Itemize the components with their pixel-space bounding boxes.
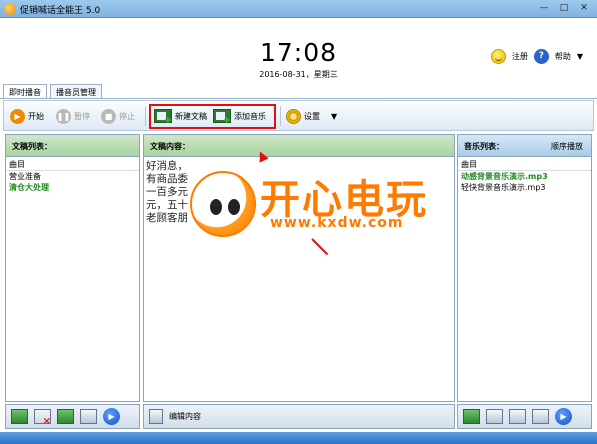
- list-item[interactable]: 动感背景音乐演示.mp3: [458, 171, 591, 182]
- pause-label: 暂停: [74, 111, 90, 121]
- toolbar-separator: [145, 106, 146, 126]
- tab-divider: [0, 98, 597, 99]
- edit-content-button[interactable]: 编辑内容: [169, 411, 201, 422]
- window-title: 促销喊话全能王 5.0: [20, 6, 101, 16]
- music-list-column: 曲目: [458, 157, 591, 171]
- help-icon[interactable]: ?: [533, 49, 549, 64]
- play-mode-toggle[interactable]: 顺序播放: [551, 141, 583, 152]
- pause-button[interactable]: ❚❚ 暂停: [56, 107, 90, 125]
- stop-icon: ■: [101, 108, 116, 124]
- toolbar-separator: [280, 106, 281, 126]
- settings-button[interactable]: 设置 ▼: [286, 107, 337, 125]
- register-link[interactable]: 注册: [512, 51, 528, 62]
- mascot-icon: [190, 171, 256, 237]
- stop-label: 停止: [119, 111, 135, 121]
- settings-dropdown-icon[interactable]: ▼: [331, 112, 337, 121]
- tab-live-broadcast[interactable]: 即时播音: [3, 84, 47, 99]
- title-bar: 促销喊话全能王 5.0 — □ ✕: [0, 0, 597, 18]
- help-link[interactable]: 帮助: [555, 51, 571, 62]
- settings-label: 设置: [304, 111, 320, 121]
- highlight-box: [149, 104, 276, 129]
- maximize-button[interactable]: □: [557, 3, 571, 14]
- add-draft-icon[interactable]: [11, 409, 28, 424]
- remove-music-icon[interactable]: [486, 409, 503, 424]
- app-icon: [4, 3, 16, 15]
- start-label: 开始: [28, 111, 44, 121]
- tab-strip: 即时播音 播音员管理: [3, 84, 102, 99]
- start-button[interactable]: ▶ 开始: [10, 107, 44, 125]
- draft-list-header: 文稿列表：: [6, 135, 139, 157]
- draft-content-actions: 编辑内容: [143, 404, 455, 429]
- pause-icon: ❚❚: [56, 108, 71, 124]
- add-music-icon[interactable]: [463, 409, 480, 424]
- list-item[interactable]: 轻快背景音乐演示.mp3: [458, 182, 591, 193]
- watermark: 开心电玩 www.kxdw.com: [190, 163, 445, 245]
- list-item[interactable]: 营业准备: [6, 171, 139, 182]
- edit-icon[interactable]: [149, 409, 163, 424]
- minimize-button[interactable]: —: [537, 3, 551, 14]
- move-up-icon[interactable]: [509, 409, 526, 424]
- list-item[interactable]: 清仓大处理: [6, 182, 139, 193]
- play-icon: ▶: [10, 108, 25, 124]
- move-up-icon[interactable]: [57, 409, 74, 424]
- move-down-icon[interactable]: [532, 409, 549, 424]
- move-down-icon[interactable]: [80, 409, 97, 424]
- music-list-title: 音乐列表：: [464, 142, 504, 151]
- play-draft-icon[interactable]: ▶: [103, 408, 120, 425]
- toolbar: ▶ 开始 ❚❚ 暂停 ■ 停止 新建文稿 添加音乐 设置 ▼: [3, 100, 594, 131]
- help-dropdown-icon[interactable]: ▼: [577, 52, 583, 61]
- draft-list-column: 曲目: [6, 157, 139, 171]
- music-list-actions: ▶: [457, 404, 592, 429]
- tab-announcer-management[interactable]: 播音员管理: [50, 84, 102, 98]
- window-controls: — □ ✕: [537, 3, 591, 14]
- draft-content-header: 文稿内容：: [144, 135, 454, 157]
- delete-draft-icon[interactable]: [34, 409, 51, 427]
- header-actions: 注册 ? 帮助 ▼: [490, 49, 583, 64]
- play-music-icon[interactable]: ▶: [555, 408, 572, 425]
- status-bar: [0, 432, 597, 444]
- watermark-url: www.kxdw.com: [270, 215, 404, 231]
- draft-list-actions: ▶: [5, 404, 140, 429]
- stop-button[interactable]: ■ 停止: [101, 107, 135, 125]
- smile-icon[interactable]: [490, 49, 506, 64]
- music-list-header: 音乐列表： 顺序播放: [458, 135, 591, 157]
- draft-list-panel: 文稿列表： 曲目 营业准备 清仓大处理: [5, 134, 140, 402]
- gear-icon: [286, 108, 301, 124]
- clock-date: 2016-08-31，星期三: [259, 70, 338, 79]
- music-list-panel: 音乐列表： 顺序播放 曲目 动感背景音乐演示.mp3 轻快背景音乐演示.mp3: [457, 134, 592, 402]
- close-button[interactable]: ✕: [577, 3, 591, 14]
